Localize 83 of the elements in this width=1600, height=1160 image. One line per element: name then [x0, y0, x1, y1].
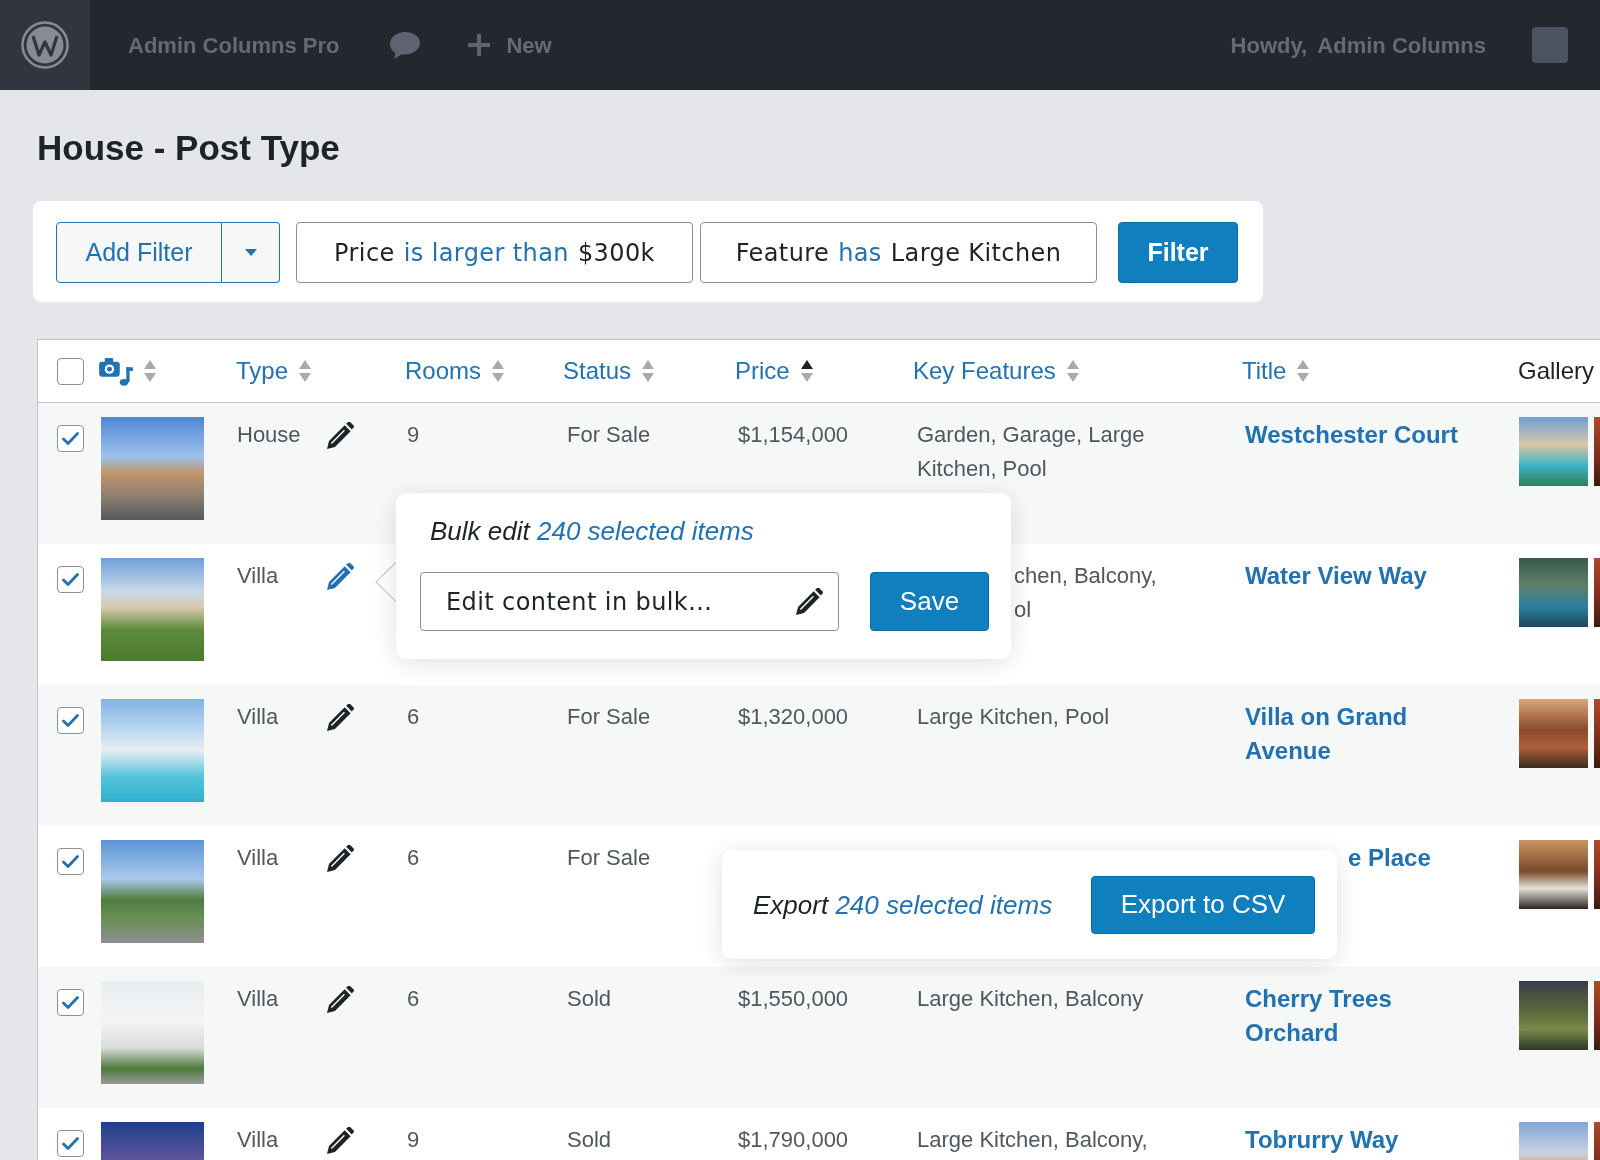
status-text: Sold	[567, 986, 612, 1011]
pencil-icon[interactable]	[327, 986, 354, 1013]
type-text: Villa	[237, 1127, 279, 1152]
column-header: Gallery	[1518, 356, 1595, 386]
new-link[interactable]: New	[468, 28, 552, 62]
features-text: Large Kitchen, Pool	[917, 703, 1111, 731]
comment-icon[interactable]	[390, 31, 421, 59]
price-value: $1,154,000	[738, 422, 849, 447]
selected-items-link[interactable]: 240 selected items	[536, 516, 754, 546]
sort-arrows-icon[interactable]	[800, 360, 813, 382]
filter-button[interactable]: Filter	[1118, 222, 1238, 283]
type-text: Villa	[237, 845, 279, 870]
row-checkbox[interactable]	[57, 989, 84, 1016]
filter-chip[interactable]: Feature has Large Kitchen	[700, 222, 1097, 283]
site-name-link[interactable]: Admin Columns Pro	[128, 28, 340, 62]
pencil-icon[interactable]	[327, 422, 354, 449]
save-button[interactable]: Save	[870, 572, 989, 631]
status-text: Sold	[567, 1127, 612, 1152]
property-name-link[interactable]: Cherry Trees Orchard	[1245, 982, 1475, 1050]
row-checkbox[interactable]	[57, 425, 84, 452]
price-value: $1,320,000	[738, 704, 849, 729]
filter-chip[interactable]: Price is larger than $300k	[296, 222, 693, 283]
column-header-link[interactable]: Key Features	[913, 353, 1056, 389]
row-checkbox[interactable]	[57, 848, 84, 875]
type-text: House	[237, 422, 301, 447]
rooms-value: 6	[407, 986, 420, 1011]
row-checkbox[interactable]	[57, 566, 84, 593]
status-text: For Sale	[567, 845, 651, 870]
pencil-icon	[796, 588, 823, 615]
column-header-link[interactable]: Price	[735, 353, 790, 389]
checkmark-icon	[62, 854, 79, 869]
checkmark-icon	[62, 431, 79, 446]
features-text: chen, Balcony,	[1014, 562, 1157, 590]
pencil-icon[interactable]	[327, 1127, 354, 1154]
filter-dropdown-button[interactable]	[222, 222, 280, 283]
plus-icon	[468, 34, 491, 56]
bulk-edit-heading: Bulk edit 240 selected items	[429, 515, 755, 547]
export-csv-button[interactable]: Export to CSV	[1091, 875, 1315, 934]
property-name-link[interactable]: Westchester Court	[1245, 418, 1475, 452]
column-header-link[interactable]: Rooms	[405, 353, 482, 389]
property-name-link[interactable]: Water View Way	[1245, 559, 1475, 593]
rooms-value: 6	[407, 845, 420, 870]
price-value: $1,790,000	[738, 1127, 849, 1152]
caret-down-icon	[244, 249, 257, 256]
rooms-value: 6	[407, 704, 420, 729]
account-link[interactable]: Howdy, Admin Columns	[1230, 28, 1486, 62]
column-header-link[interactable]: Status	[563, 353, 632, 389]
price-value: $1,550,000	[738, 986, 849, 1011]
type-text: Villa	[237, 563, 279, 588]
features-text: Large Kitchen, Balcony	[917, 985, 1145, 1013]
row-checkbox[interactable]	[57, 1130, 84, 1157]
property-name-link[interactable]: Tobrurry Way	[1245, 1123, 1475, 1157]
page-title: House - Post Type	[36, 127, 341, 168]
site-logo-button[interactable]	[0, 0, 90, 90]
row-checkbox[interactable]	[57, 707, 84, 734]
column-header-link[interactable]: Type	[236, 353, 289, 389]
selected-items-link[interactable]: 240 selected items	[835, 889, 1053, 920]
checkmark-icon	[62, 995, 79, 1010]
add-filter-button[interactable]: Add Filter	[56, 222, 222, 283]
bulk-edit-input[interactable]: Edit content in bulk...	[420, 572, 839, 631]
features-text: Garden, Garage, Large Kitchen, Pool	[917, 421, 1146, 483]
property-name-link[interactable]: e Place	[1348, 844, 1431, 871]
status-text: For Sale	[567, 422, 651, 447]
features-text: Large Kitchen, Balcony,	[917, 1126, 1149, 1154]
gallery-photo[interactable]	[1519, 699, 1588, 768]
column-header-link[interactable]: Title	[1242, 353, 1287, 389]
type-text: Villa	[237, 704, 279, 729]
features-text: ol	[1014, 596, 1032, 624]
site-logo-icon	[21, 21, 69, 69]
checkmark-icon	[62, 572, 79, 587]
rooms-value: 9	[407, 422, 420, 447]
export-text: Export 240 selected items	[753, 888, 1053, 921]
rooms-value: 9	[407, 1127, 420, 1152]
property-name-link[interactable]: Villa on Grand Avenue	[1245, 700, 1475, 768]
pencil-icon[interactable]	[327, 704, 354, 731]
status-text: For Sale	[567, 704, 651, 729]
checkmark-icon	[62, 1136, 79, 1151]
select-all-checkbox[interactable]	[57, 357, 84, 385]
type-text: Villa	[237, 986, 279, 1011]
pencil-icon[interactable]	[327, 845, 354, 872]
gallery-photo[interactable]	[1519, 840, 1588, 909]
media-icon	[99, 356, 133, 386]
checkmark-icon	[62, 713, 79, 728]
